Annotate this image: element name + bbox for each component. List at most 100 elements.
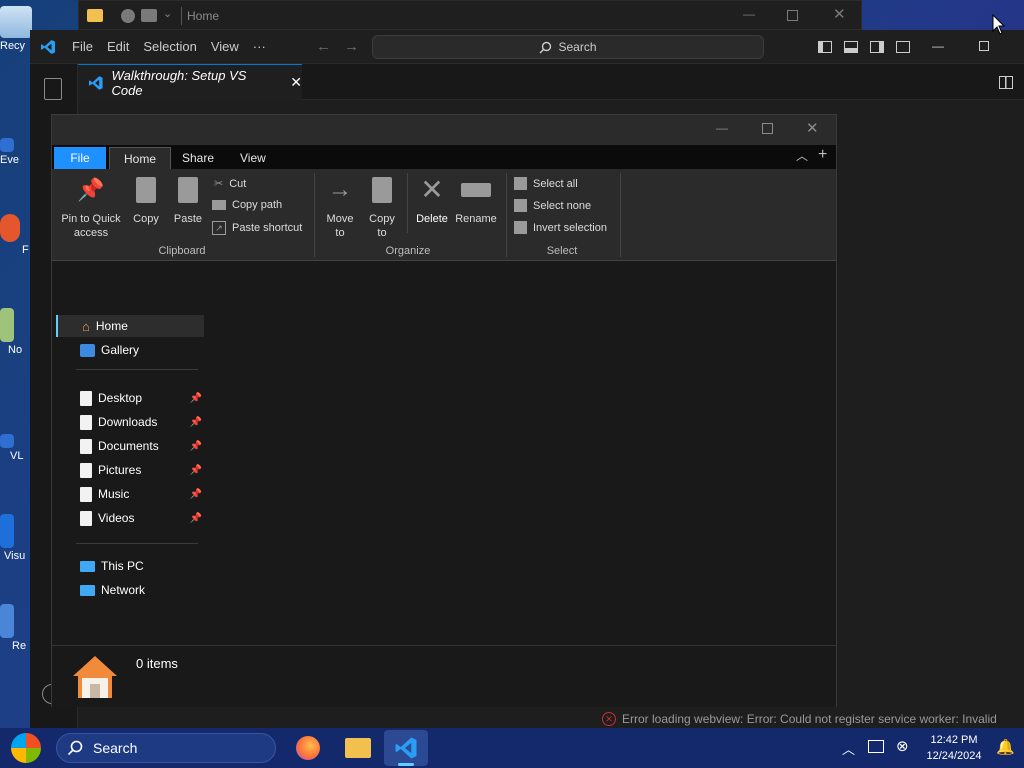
command-center-search[interactable]: Search bbox=[372, 35, 764, 59]
start-button[interactable] bbox=[8, 731, 44, 765]
maximize-button[interactable] bbox=[979, 41, 989, 51]
file-explorer-window[interactable]: — ✕ File Home Share View ︿ + 📌 Pin to Qu… bbox=[51, 114, 837, 707]
close-icon[interactable]: ✕ bbox=[290, 74, 302, 91]
rename-button[interactable]: Rename bbox=[454, 177, 498, 225]
desktop-icon-event[interactable]: Eve bbox=[0, 138, 34, 166]
home-icon: ⌂ bbox=[82, 318, 90, 334]
home-large-icon bbox=[70, 652, 120, 705]
delete-label: Delete bbox=[416, 213, 448, 225]
background-explorer-window[interactable]: ⌄ Home — ✕ bbox=[78, 0, 862, 30]
new-folder-icon[interactable] bbox=[141, 9, 157, 22]
search-icon bbox=[67, 740, 83, 756]
maximize-button[interactable] bbox=[762, 123, 773, 134]
paste-button[interactable]: Paste bbox=[170, 177, 206, 225]
collapse-ribbon-icon[interactable]: ︿ bbox=[796, 147, 808, 164]
nav-label: Network bbox=[101, 583, 146, 597]
menu-view[interactable]: View bbox=[211, 39, 239, 54]
move-arrow-icon: → bbox=[328, 176, 352, 203]
taskbar-search[interactable]: Search bbox=[56, 733, 276, 763]
scissors-icon: ✂ bbox=[214, 178, 224, 190]
pin-label-1: Pin to Quick bbox=[61, 213, 121, 225]
clipboard-group-label: Clipboard bbox=[158, 245, 206, 257]
network-status-icon[interactable]: ⊗ bbox=[896, 737, 909, 755]
shortcut-icon bbox=[0, 434, 14, 448]
nav-item-gallery[interactable]: Gallery bbox=[56, 339, 204, 361]
paste-shortcut-button[interactable]: ↗ Paste shortcut bbox=[212, 221, 302, 235]
system-clock[interactable]: 12:42 PM 12/24/2024 bbox=[916, 732, 992, 764]
nav-label: Downloads bbox=[98, 415, 158, 429]
explorer-files-icon[interactable] bbox=[44, 78, 62, 100]
paste-shortcut-label: Paste shortcut bbox=[232, 222, 303, 234]
file-icon bbox=[80, 390, 92, 406]
copy-to-button[interactable]: Copy to bbox=[362, 177, 402, 239]
invert-selection-button[interactable]: Invert selection bbox=[514, 221, 607, 234]
network-icon bbox=[80, 584, 95, 596]
nav-item-music[interactable]: Music 📌 bbox=[56, 483, 204, 505]
move-to-button[interactable]: → Move to bbox=[320, 176, 360, 240]
windows-logo-icon bbox=[11, 733, 41, 763]
desktop-icon-notepad[interactable]: No bbox=[0, 308, 34, 356]
help-plus-icon[interactable]: + bbox=[818, 146, 827, 164]
tab-file[interactable]: File bbox=[54, 147, 106, 169]
notification-bell-icon[interactable]: 🔔 bbox=[996, 738, 1015, 756]
minimize-button[interactable]: — bbox=[743, 7, 755, 21]
nav-item-documents[interactable]: Documents 📌 bbox=[56, 435, 204, 457]
pin-icon: 📌 bbox=[189, 392, 202, 404]
nav-item-videos[interactable]: Videos 📌 bbox=[56, 507, 204, 529]
menu-selection[interactable]: Selection bbox=[143, 39, 196, 54]
nav-item-this-pc[interactable]: This PC bbox=[56, 555, 204, 577]
pin-to-quick-access-button[interactable]: 📌 Pin to Quick access bbox=[58, 177, 124, 239]
customize-layout-icon[interactable] bbox=[893, 37, 913, 57]
firefox-icon bbox=[0, 214, 20, 242]
taskbar-file-explorer[interactable] bbox=[336, 730, 380, 766]
navigation-pane: ⌂ Home Gallery Desktop 📌 Downloads 📌 Doc… bbox=[52, 261, 208, 645]
minimize-button[interactable]: — bbox=[716, 121, 728, 135]
copy-path-button[interactable]: Copy path bbox=[212, 199, 282, 211]
menu-edit[interactable]: Edit bbox=[107, 39, 129, 54]
chevron-up-icon[interactable]: ︿ bbox=[842, 739, 855, 758]
cut-button[interactable]: ✂ Cut bbox=[214, 177, 246, 191]
close-button[interactable]: ✕ bbox=[806, 119, 819, 137]
tab-view[interactable]: View bbox=[226, 147, 280, 169]
tab-label: Walkthrough: Setup VS Code bbox=[111, 67, 247, 98]
select-none-button[interactable]: Select none bbox=[514, 199, 591, 212]
nav-item-desktop[interactable]: Desktop 📌 bbox=[56, 387, 204, 409]
back-arrow-icon[interactable]: ← bbox=[316, 38, 331, 55]
minimize-button[interactable]: — bbox=[932, 39, 944, 53]
copy-label: Copy bbox=[133, 213, 159, 225]
toggle-primary-sidebar-icon[interactable] bbox=[815, 37, 835, 57]
select-all-button[interactable]: Select all bbox=[514, 177, 578, 190]
tab-share[interactable]: Share bbox=[168, 147, 228, 169]
nav-item-pictures[interactable]: Pictures 📌 bbox=[56, 459, 204, 481]
desktop-icon-recycle-bin[interactable]: Recy bbox=[0, 6, 34, 52]
file-icon bbox=[80, 510, 92, 526]
nav-item-downloads[interactable]: Downloads 📌 bbox=[56, 411, 204, 433]
taskbar-firefox[interactable] bbox=[286, 730, 330, 766]
divider bbox=[76, 543, 198, 544]
forward-arrow-icon[interactable]: → bbox=[344, 38, 359, 55]
desktop-icon-vlc[interactable]: VL bbox=[0, 434, 34, 462]
desktop-icon-recent[interactable]: Re bbox=[0, 604, 34, 652]
tab-home[interactable]: Home bbox=[109, 147, 172, 169]
maximize-button[interactable] bbox=[787, 10, 798, 21]
nav-item-home[interactable]: ⌂ Home bbox=[56, 315, 204, 337]
desktop-icon-vscode[interactable]: Visu bbox=[0, 514, 34, 562]
chevron-down-icon[interactable]: ⌄ bbox=[163, 7, 172, 20]
tab-walkthrough[interactable]: Walkthrough: Setup VS Code ✕ bbox=[78, 64, 302, 100]
toggle-panel-icon[interactable] bbox=[841, 37, 861, 57]
pin-icon: 📌 bbox=[77, 177, 105, 202]
menu-more[interactable]: ··· bbox=[253, 39, 266, 54]
split-editor-icon[interactable] bbox=[996, 72, 1016, 92]
desktop-icon-firefox[interactable]: F bbox=[0, 214, 34, 256]
desktop-icon-label: Eve bbox=[0, 154, 19, 166]
delete-button[interactable]: ✕ Delete bbox=[412, 176, 452, 226]
menu-file[interactable]: File bbox=[72, 39, 93, 54]
nav-item-network[interactable]: Network bbox=[56, 579, 204, 601]
close-button[interactable]: ✕ bbox=[833, 5, 846, 23]
copy-path-label: Copy path bbox=[232, 199, 283, 211]
taskbar-vscode[interactable] bbox=[384, 730, 428, 766]
info-icon[interactable] bbox=[121, 9, 135, 23]
copy-button[interactable]: Copy bbox=[128, 177, 164, 225]
display-icon[interactable] bbox=[868, 740, 884, 753]
toggle-secondary-sidebar-icon[interactable] bbox=[867, 37, 887, 57]
